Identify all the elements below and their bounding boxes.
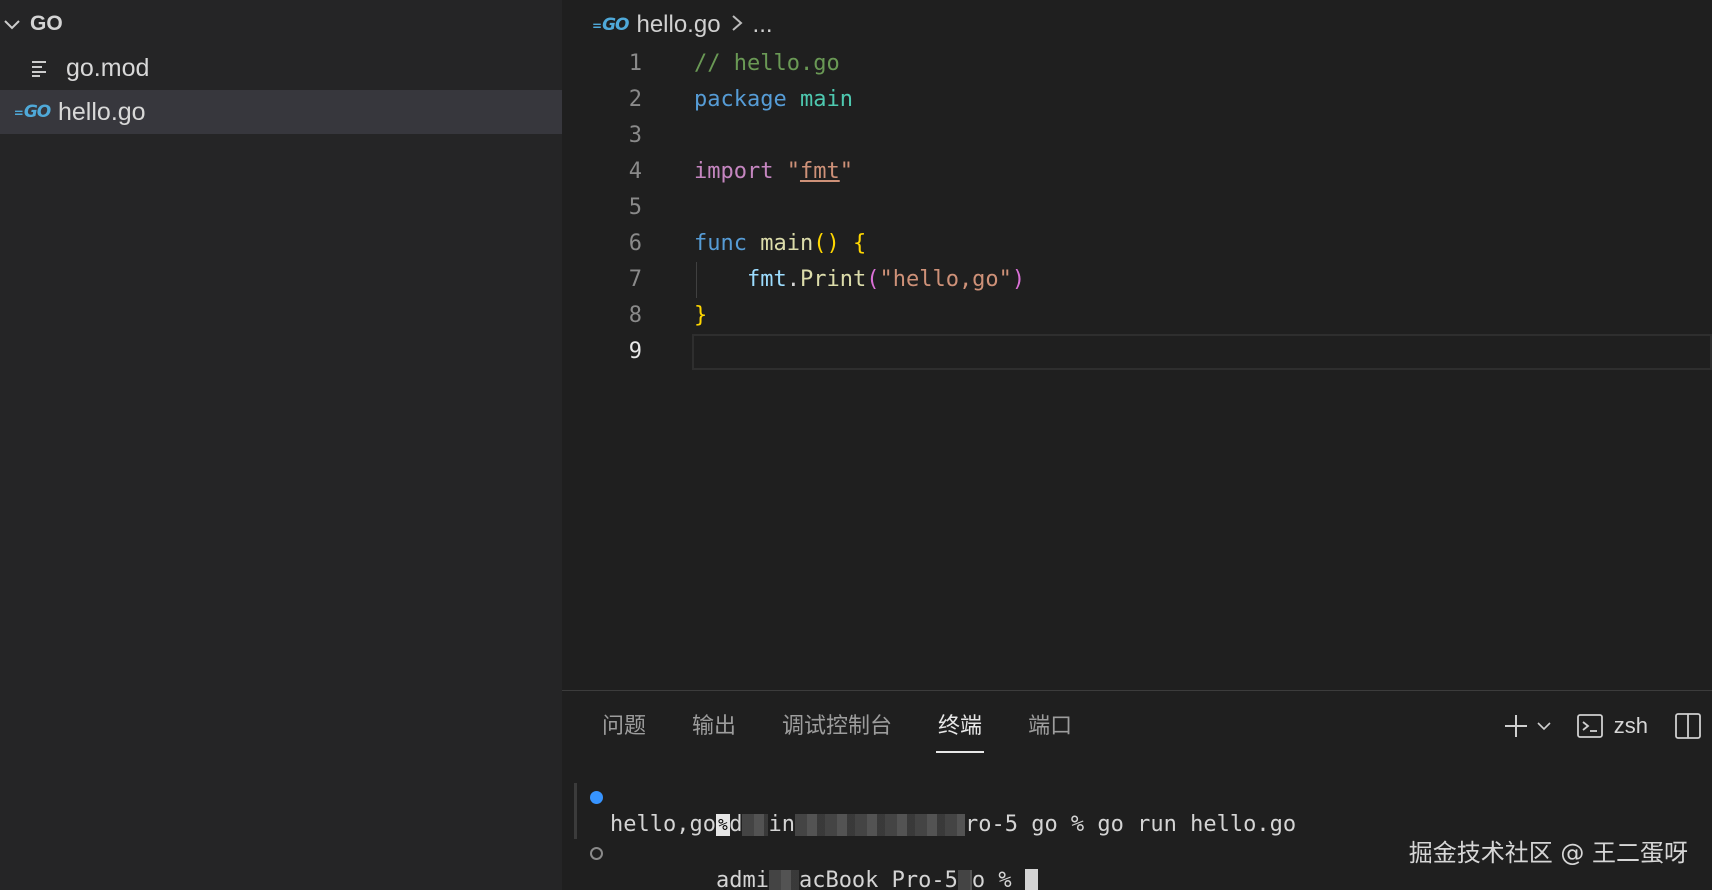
- shell-name: zsh: [1613, 713, 1648, 738]
- line-number: 5: [628, 195, 642, 220]
- code-line: func main() {: [694, 231, 867, 256]
- panel-tabs: 问题 输出 调试控制台 终端 端口: [602, 705, 1118, 753]
- list-icon: [22, 58, 58, 78]
- go-file-icon: =GO: [13, 102, 51, 122]
- code-line: import "fmt": [694, 159, 853, 184]
- eol-marker: %: [715, 814, 730, 836]
- new-terminal-button[interactable]: [1502, 712, 1530, 740]
- vscode-window: GO go.mod =GO hello.go =GO hello.go ... …: [0, 0, 1712, 890]
- tab-debug-console[interactable]: 调试控制台: [782, 705, 892, 747]
- file-name: go.mod: [66, 53, 150, 82]
- line-number: 8: [628, 303, 642, 328]
- file-item-go-mod[interactable]: go.mod: [0, 46, 562, 90]
- chevron-down-icon: [4, 20, 20, 30]
- code-line-current[interactable]: [692, 334, 1712, 370]
- split-terminal-button[interactable]: [1674, 712, 1702, 740]
- indent-guide: [696, 262, 697, 298]
- go-file-icon: =GO: [592, 15, 629, 35]
- terminal-line: adinro-5 go % go run hello.go: [574, 783, 1712, 837]
- breadcrumb: =GO hello.go ...: [592, 8, 773, 42]
- redacted-block: [768, 870, 799, 890]
- tab-problems[interactable]: 问题: [602, 705, 646, 747]
- plus-icon: [1504, 715, 1527, 737]
- chevron-right-icon: [731, 11, 743, 39]
- panel-actions: zsh: [1488, 705, 1702, 747]
- code-line: fmt.Print("hello,go"): [694, 262, 1712, 298]
- bottom-panel: 问题 输出 调试控制台 终端 端口 zsh in ro-5 go % go ru…: [562, 690, 1712, 890]
- terminal-icon: [1576, 714, 1603, 738]
- line-number: 6: [628, 231, 642, 256]
- breadcrumb-file[interactable]: hello.go: [636, 11, 720, 39]
- folder-name: GO: [30, 12, 63, 35]
- command-pending-icon[interactable]: [590, 847, 603, 860]
- explorer-sidebar: GO go.mod =GO hello.go: [0, 0, 562, 890]
- tab-ports[interactable]: 端口: [1028, 705, 1072, 747]
- line-number: 2: [628, 87, 642, 112]
- folder-header[interactable]: GO: [0, 6, 562, 42]
- line-number: 7: [628, 267, 642, 292]
- line-number: 4: [628, 159, 642, 184]
- watermark: 掘金技术社区 @ 王二蛋呀: [1408, 839, 1688, 867]
- tab-output[interactable]: 输出: [692, 705, 736, 747]
- command-success-icon[interactable]: [590, 791, 603, 804]
- code-line: package main: [694, 87, 853, 112]
- line-number: 1: [628, 51, 642, 76]
- file-name: hello.go: [58, 97, 146, 126]
- code-line: // hello.go: [694, 51, 840, 76]
- code-line: }: [694, 303, 708, 328]
- breadcrumb-rest[interactable]: ...: [753, 11, 773, 39]
- code-editor[interactable]: =GO hello.go ... 1 2 3 4 5 6 7 8 9 // he…: [562, 0, 1712, 690]
- split-icon: [1675, 713, 1701, 739]
- terminal-dropdown-button[interactable]: [1536, 718, 1552, 734]
- redacted-block: [957, 870, 972, 890]
- terminal-cursor: [1024, 869, 1038, 890]
- line-number-current: 9: [628, 339, 642, 364]
- terminal-shell-selector[interactable]: zsh: [1576, 712, 1648, 740]
- file-item-hello-go[interactable]: =GO hello.go: [0, 90, 562, 134]
- line-number-gutter: 1 2 3 4 5 6 7 8 9: [562, 46, 642, 370]
- line-number: 3: [628, 123, 642, 148]
- tab-terminal[interactable]: 终端: [936, 705, 985, 753]
- code-area[interactable]: // hello.go package main import "fmt" fu…: [692, 46, 1712, 370]
- chevron-down-icon: [1537, 722, 1551, 731]
